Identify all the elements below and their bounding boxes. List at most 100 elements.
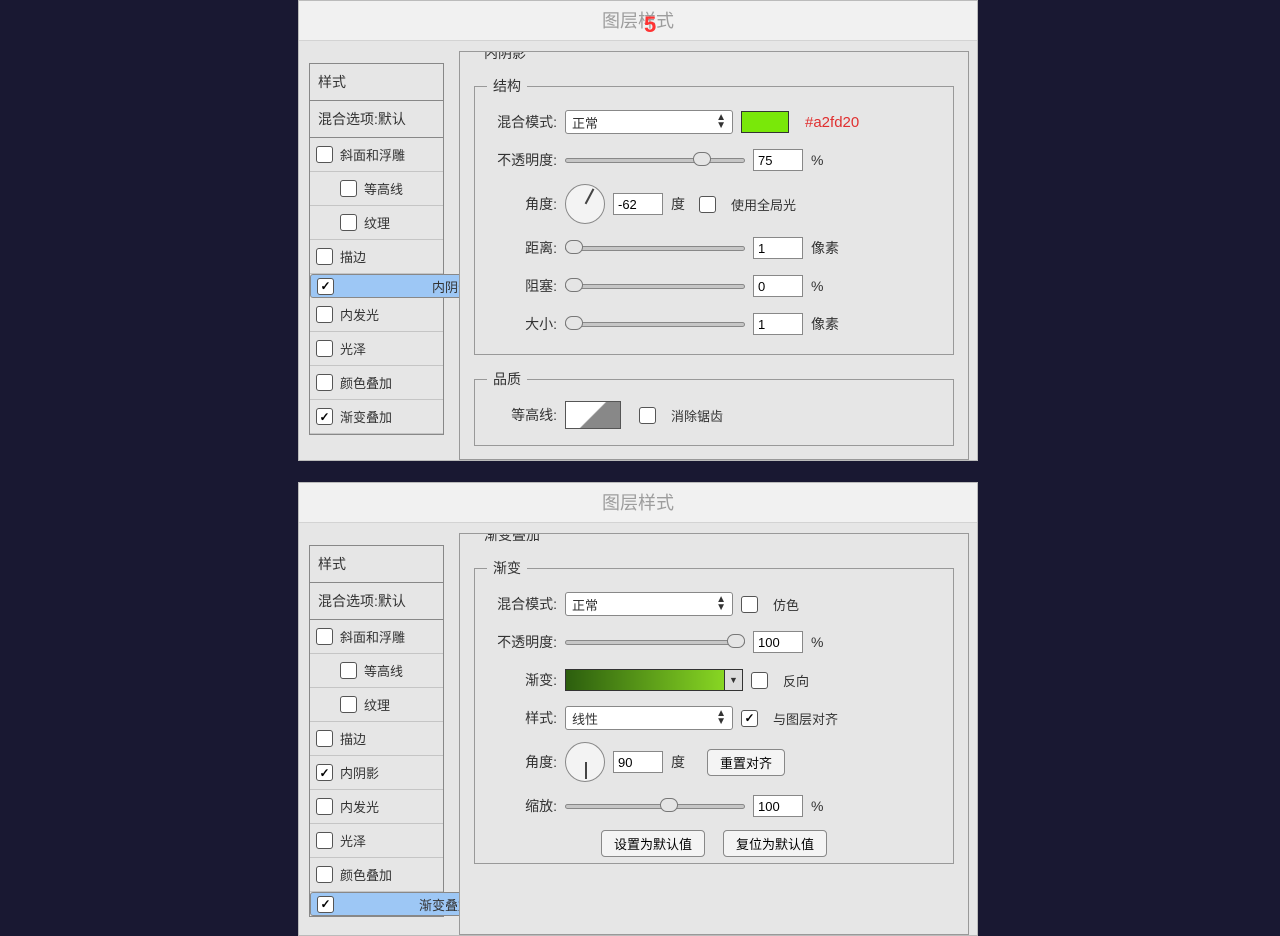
- panel-section-title: 内阴影: [478, 51, 532, 63]
- checkbox-icon[interactable]: [340, 696, 357, 713]
- dialog-title: 5 图层样式: [299, 1, 977, 41]
- sidebar-head-styles[interactable]: 样式: [310, 546, 443, 583]
- checkbox-icon[interactable]: [316, 146, 333, 163]
- angle-dial[interactable]: [565, 742, 605, 782]
- checkbox-icon[interactable]: [316, 866, 333, 883]
- checkbox-icon[interactable]: [316, 764, 333, 781]
- gradient-group: 渐变 混合模式: 正常 ▲▼ 仿色 不透明度: %: [474, 558, 954, 864]
- sidebar-item-stroke[interactable]: 描边: [310, 240, 443, 274]
- opacity-slider[interactable]: [565, 635, 745, 649]
- sidebar-item-color-overlay[interactable]: 颜色叠加: [310, 858, 443, 892]
- align-label: 与图层对齐: [773, 709, 838, 728]
- dither-checkbox[interactable]: [741, 596, 758, 613]
- checkbox-icon[interactable]: [316, 832, 333, 849]
- scale-slider[interactable]: [565, 799, 745, 813]
- global-light-checkbox[interactable]: [699, 196, 716, 213]
- blend-mode-label: 混合模式:: [487, 112, 557, 132]
- chevron-down-icon[interactable]: ▼: [724, 670, 742, 690]
- sidebar-item-texture[interactable]: 纹理: [310, 688, 443, 722]
- distance-input[interactable]: [753, 237, 803, 259]
- checkbox-icon[interactable]: [340, 214, 357, 231]
- chevron-updown-icon: ▲▼: [716, 596, 726, 612]
- checkbox-icon[interactable]: [316, 628, 333, 645]
- quality-group: 品质 等高线: 消除锯齿: [474, 369, 954, 446]
- sidebar-item-gradient-overlay[interactable]: 渐变叠加: [310, 400, 443, 434]
- checkbox-icon[interactable]: [316, 306, 333, 323]
- sidebar-item-bevel[interactable]: 斜面和浮雕: [310, 138, 443, 172]
- blend-mode-label: 混合模式:: [487, 594, 557, 614]
- checkbox-icon[interactable]: [340, 180, 357, 197]
- sidebar-item-color-overlay[interactable]: 颜色叠加: [310, 366, 443, 400]
- sidebar-item-bevel[interactable]: 斜面和浮雕: [310, 620, 443, 654]
- opacity-label: 不透明度:: [487, 150, 557, 170]
- sidebar-item-contour[interactable]: 等高线: [310, 654, 443, 688]
- opacity-input[interactable]: [753, 149, 803, 171]
- contour-label: 等高线:: [487, 405, 557, 425]
- sidebar-item-inner-glow[interactable]: 内发光: [310, 790, 443, 824]
- checkbox-icon[interactable]: [316, 248, 333, 265]
- scale-input[interactable]: [753, 795, 803, 817]
- antialias-label: 消除锯齿: [671, 406, 723, 425]
- dither-label: 仿色: [773, 595, 799, 614]
- sidebar-head-blend[interactable]: 混合选项:默认: [310, 583, 443, 620]
- scale-label: 缩放:: [487, 796, 557, 816]
- set-default-button[interactable]: 设置为默认值: [601, 830, 705, 857]
- align-checkbox[interactable]: [741, 710, 758, 727]
- distance-slider[interactable]: [565, 241, 745, 255]
- size-slider[interactable]: [565, 317, 745, 331]
- style-select[interactable]: 线性 ▲▼: [565, 706, 733, 730]
- color-swatch[interactable]: [741, 111, 789, 133]
- opacity-label: 不透明度:: [487, 632, 557, 652]
- choke-slider[interactable]: [565, 279, 745, 293]
- sidebar-item-inner-shadow[interactable]: 内阴影: [310, 274, 478, 298]
- choke-input[interactable]: [753, 275, 803, 297]
- sidebar-item-satin[interactable]: 光泽: [310, 332, 443, 366]
- sidebar-item-stroke[interactable]: 描边: [310, 722, 443, 756]
- gradient-label: 渐变:: [487, 670, 557, 690]
- blend-mode-select[interactable]: 正常 ▲▼: [565, 592, 733, 616]
- layer-style-dialog-1: 5 图层样式 样式 混合选项:默认 斜面和浮雕 等高线 纹理 描边 内阴影 内发…: [298, 0, 978, 461]
- blend-mode-select[interactable]: 正常 ▲▼: [565, 110, 733, 134]
- sidebar-item-contour[interactable]: 等高线: [310, 172, 443, 206]
- reset-default-button[interactable]: 复位为默认值: [723, 830, 827, 857]
- size-input[interactable]: [753, 313, 803, 335]
- color-hex-label: #a2fd20: [805, 114, 859, 131]
- sidebar-item-inner-glow[interactable]: 内发光: [310, 298, 443, 332]
- checkbox-icon[interactable]: [316, 408, 333, 425]
- opacity-input[interactable]: [753, 631, 803, 653]
- sidebar-item-gradient-overlay[interactable]: 渐变叠加: [310, 892, 478, 916]
- checkbox-icon[interactable]: [316, 798, 333, 815]
- checkbox-icon[interactable]: [317, 278, 334, 295]
- angle-input[interactable]: [613, 193, 663, 215]
- angle-input[interactable]: [613, 751, 663, 773]
- checkbox-icon[interactable]: [316, 374, 333, 391]
- gradient-picker[interactable]: ▼: [565, 669, 743, 691]
- sidebar-head-blend[interactable]: 混合选项:默认: [310, 101, 443, 138]
- angle-label: 角度:: [487, 194, 557, 214]
- settings-panel: 内阴影 结构 混合模式: 正常 ▲▼ #a2fd20 不透明度: %: [459, 51, 969, 460]
- angle-dial[interactable]: [565, 184, 605, 224]
- styles-sidebar: 样式 混合选项:默认 斜面和浮雕 等高线 纹理 描边 内阴影 内发光 光泽 颜色…: [309, 545, 444, 917]
- reverse-checkbox[interactable]: [751, 672, 768, 689]
- sidebar-item-inner-shadow[interactable]: 内阴影: [310, 756, 443, 790]
- styles-sidebar: 样式 混合选项:默认 斜面和浮雕 等高线 纹理 描边 内阴影 内发光 光泽 颜色…: [309, 63, 444, 435]
- chevron-updown-icon: ▲▼: [716, 114, 726, 130]
- step-number: 5: [644, 5, 656, 45]
- panel-section-title: 渐变叠加: [478, 533, 546, 545]
- sidebar-head-styles[interactable]: 样式: [310, 64, 443, 101]
- checkbox-icon[interactable]: [316, 340, 333, 357]
- checkbox-icon[interactable]: [340, 662, 357, 679]
- checkbox-icon[interactable]: [316, 730, 333, 747]
- settings-panel: 渐变叠加 渐变 混合模式: 正常 ▲▼ 仿色 不透明度: %: [459, 533, 969, 935]
- sidebar-item-texture[interactable]: 纹理: [310, 206, 443, 240]
- contour-picker[interactable]: [565, 401, 621, 429]
- choke-label: 阻塞:: [487, 276, 557, 296]
- antialias-checkbox[interactable]: [639, 407, 656, 424]
- reset-align-button[interactable]: 重置对齐: [707, 749, 785, 776]
- opacity-slider[interactable]: [565, 153, 745, 167]
- angle-label: 角度:: [487, 752, 557, 772]
- dialog-title: 图层样式: [299, 483, 977, 523]
- sidebar-item-satin[interactable]: 光泽: [310, 824, 443, 858]
- checkbox-icon[interactable]: [317, 896, 334, 913]
- size-label: 大小:: [487, 314, 557, 334]
